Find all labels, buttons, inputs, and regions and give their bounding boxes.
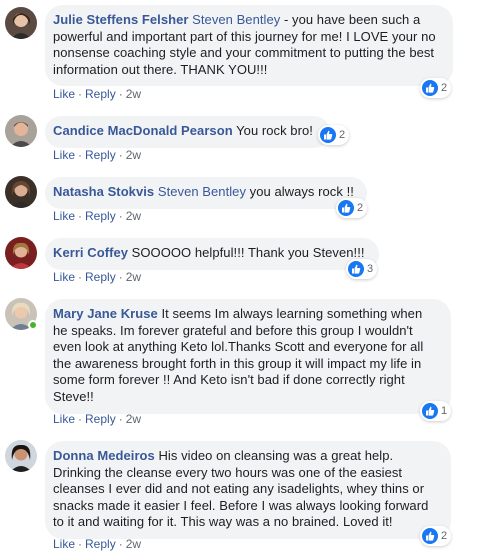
reaction-count-label: 3 — [367, 263, 374, 275]
reaction-count[interactable]: 2 — [420, 526, 452, 546]
comment-author[interactable]: Mary Jane Kruse — [53, 306, 158, 321]
avatar[interactable] — [5, 176, 37, 208]
like-button[interactable]: Like — [53, 270, 75, 284]
separator: · — [118, 209, 123, 223]
reaction-count-label: 2 — [441, 530, 448, 542]
comment-text: SOOOOO helpful!!! Thank you Steven!!! — [128, 245, 365, 260]
thumbs-up-icon — [348, 261, 364, 277]
reaction-count[interactable]: 1 — [420, 401, 452, 421]
like-button[interactable]: Like — [53, 412, 75, 426]
comment-actions: Like · Reply · 2w — [53, 87, 141, 101]
comment-bubble: Natasha Stokvis Steven Bentley you alway… — [45, 177, 367, 209]
separator: · — [118, 148, 123, 162]
comment-author[interactable]: Kerri Coffey — [53, 245, 128, 260]
comment-actions: Like · Reply · 2w — [53, 209, 141, 223]
comment-bubble: Candice MacDonald Pearson You rock bro! — [45, 116, 330, 148]
reaction-count-label: 2 — [357, 202, 364, 214]
timestamp[interactable]: 2w — [126, 148, 141, 162]
avatar[interactable] — [5, 7, 37, 39]
comment-bubble: Donna Medeiros His video on cleansing wa… — [45, 441, 451, 539]
reaction-count-label: 2 — [339, 129, 346, 141]
timestamp[interactable]: 2w — [126, 87, 141, 101]
timestamp[interactable]: 2w — [126, 537, 141, 551]
tagged-user[interactable]: Steven Bentley — [158, 184, 246, 199]
reaction-count[interactable]: 2 — [420, 78, 452, 98]
separator: · — [78, 148, 83, 162]
comment-bubble: Kerri Coffey SOOOOO helpful!!! Thank you… — [45, 238, 379, 270]
reaction-count-label: 2 — [441, 82, 448, 94]
timestamp[interactable]: 2w — [126, 270, 141, 284]
thumbs-up-icon — [320, 127, 336, 143]
reaction-count[interactable]: 3 — [346, 259, 378, 279]
tagged-user[interactable]: Steven Bentley — [192, 12, 280, 27]
timestamp[interactable]: 2w — [126, 412, 141, 426]
comment-author[interactable]: Natasha Stokvis — [53, 184, 154, 199]
comment-actions: Like · Reply · 2w — [53, 537, 141, 551]
separator: · — [78, 87, 83, 101]
comment-bubble: Julie Steffens Felsher Steven Bentley - … — [45, 5, 453, 87]
comment-author[interactable]: Candice MacDonald Pearson — [53, 123, 233, 138]
reply-button[interactable]: Reply — [85, 87, 116, 101]
separator: · — [118, 87, 123, 101]
comment-text: You rock bro! — [232, 123, 313, 138]
reply-button[interactable]: Reply — [85, 148, 116, 162]
separator: · — [118, 412, 123, 426]
comment-author[interactable]: Donna Medeiros — [53, 448, 155, 463]
like-button[interactable]: Like — [53, 537, 75, 551]
separator: · — [78, 412, 83, 426]
separator: · — [118, 537, 123, 551]
like-button[interactable]: Like — [53, 148, 75, 162]
separator: · — [78, 270, 83, 284]
reaction-count-label: 1 — [441, 405, 448, 417]
thumbs-up-icon — [422, 403, 438, 419]
reply-button[interactable]: Reply — [85, 209, 116, 223]
avatar[interactable] — [5, 237, 37, 269]
thumbs-up-icon — [422, 80, 438, 96]
separator: · — [118, 270, 123, 284]
comment-actions: Like · Reply · 2w — [53, 148, 141, 162]
avatar[interactable] — [5, 115, 37, 147]
like-button[interactable]: Like — [53, 87, 75, 101]
comment-text: you always rock !! — [246, 184, 354, 199]
reaction-count[interactable]: 2 — [318, 125, 350, 145]
thumbs-up-icon — [338, 200, 354, 216]
online-status-indicator — [28, 320, 38, 330]
comment-author[interactable]: Julie Steffens Felsher — [53, 12, 188, 27]
reply-button[interactable]: Reply — [85, 412, 116, 426]
comment-bubble: Mary Jane Kruse It seems Im always learn… — [45, 299, 451, 414]
reply-button[interactable]: Reply — [85, 270, 116, 284]
like-button[interactable]: Like — [53, 209, 75, 223]
reaction-count[interactable]: 2 — [336, 198, 368, 218]
timestamp[interactable]: 2w — [126, 209, 141, 223]
comment-actions: Like · Reply · 2w — [53, 270, 141, 284]
avatar[interactable] — [5, 440, 37, 472]
comment-actions: Like · Reply · 2w — [53, 412, 141, 426]
thumbs-up-icon — [422, 528, 438, 544]
separator: · — [78, 537, 83, 551]
separator: · — [78, 209, 83, 223]
reply-button[interactable]: Reply — [85, 537, 116, 551]
